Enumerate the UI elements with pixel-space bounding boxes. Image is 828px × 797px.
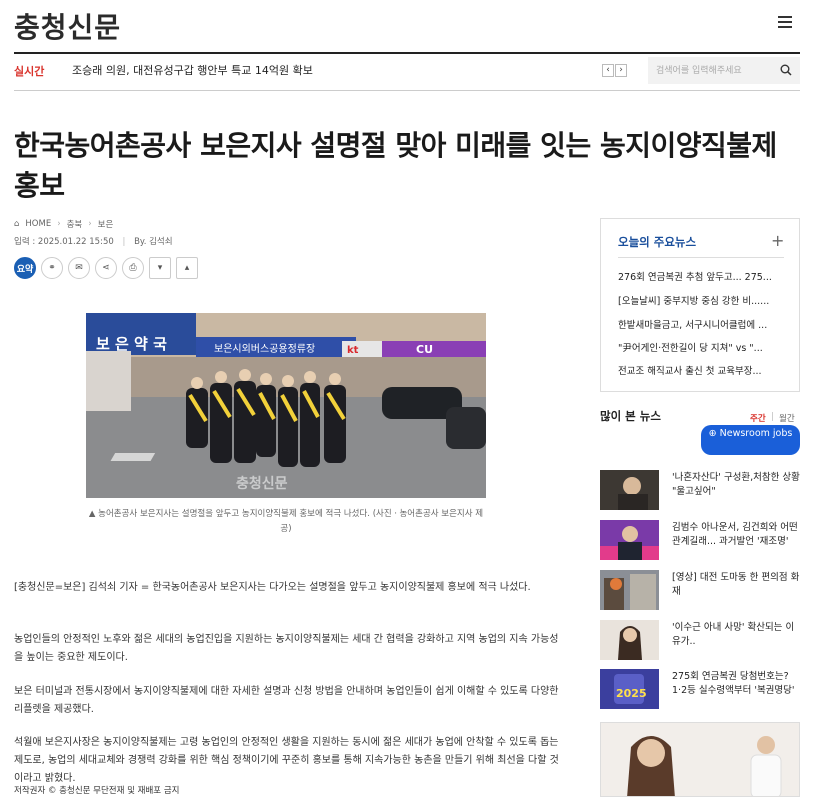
search-icon[interactable] bbox=[780, 64, 792, 76]
main-news-box: 오늘의 주요뉴스 + 276회 연금복권 추첨 앞두고... 275... [오… bbox=[600, 218, 800, 392]
home-icon: ⌂ bbox=[14, 219, 20, 229]
photo-watermark: 충청신문 bbox=[236, 476, 288, 492]
popular-news-thumbnail bbox=[600, 520, 659, 560]
breadcrumb-home[interactable]: HOME bbox=[25, 219, 51, 229]
header-divider bbox=[14, 52, 800, 54]
popular-news-title: 많이 본 뉴스 bbox=[600, 409, 661, 423]
main-news-title: 오늘의 주요뉴스 bbox=[618, 235, 697, 249]
thumbnail-badge: 2025 bbox=[616, 687, 647, 700]
popular-news-item[interactable]: '나혼자산다' 구성환,처참한 상황 "울고싶어" bbox=[600, 470, 800, 510]
summary-button[interactable]: 요약 bbox=[14, 257, 36, 279]
popular-news-headline: 275회 연금복권 당첨번호는? 1·2등 실수령액부터 '복권명당' bbox=[672, 671, 795, 696]
breadcrumb: ⌂ HOME › 충북 › 보은 bbox=[14, 218, 113, 230]
article-author: By. 김석쇠 bbox=[134, 237, 173, 247]
article-photo: 보 은 약 국 보은시외버스공용정류장 kt CU 충청신문 bbox=[86, 313, 486, 498]
article-toolbar: 요약 ⚭ ✉ ⋖ ⎙ ▾ ▴ bbox=[14, 257, 198, 279]
tab-monthly[interactable]: 월간 bbox=[779, 412, 795, 424]
article-paragraph: 보은 터미널과 전통시장에서 농지이양직불제에 대한 자세한 설명과 신청 방법… bbox=[14, 686, 559, 715]
popular-news-item[interactable]: 김범수 아나운서, 김건희와 어떤 관계길래... 과거발언 '재조명' bbox=[600, 520, 800, 560]
print-icon[interactable]: ⎙ bbox=[122, 257, 144, 279]
photo-sign-pharmacy: 보 은 약 국 bbox=[96, 335, 167, 353]
plus-icon[interactable]: + bbox=[771, 231, 784, 250]
breadcrumb-subsection[interactable]: 보은 bbox=[98, 218, 114, 230]
header-bottom-divider bbox=[14, 90, 800, 91]
photo-sign-terminal: 보은시외버스공용정류장 bbox=[214, 343, 315, 355]
font-increase-icon[interactable]: ▴ bbox=[176, 257, 198, 279]
photo-sign-kt: kt bbox=[347, 345, 359, 356]
popular-news-headline: '이수근 아내 사망' 확산되는 이유가.. bbox=[672, 622, 795, 647]
font-decrease-icon[interactable]: ▾ bbox=[149, 257, 171, 279]
ticker-label: 실시간 bbox=[14, 65, 45, 78]
article-paragraph: 석월애 보은지사장은 농지이양직불제는 고령 농업인의 안정적인 생활을 지원하… bbox=[14, 737, 559, 784]
tab-separator: | bbox=[771, 412, 774, 422]
popular-news-thumbnail bbox=[600, 570, 659, 610]
popular-news-thumbnail bbox=[600, 620, 659, 660]
popular-news-headline: '나혼자산다' 구성환,처참한 상황 "울고싶어" bbox=[672, 472, 800, 497]
main-news-divider bbox=[618, 257, 784, 258]
photo-caption: ▲ 농어촌공사 보은지사는 설명절을 앞두고 농지이양직불제 홍보에 적극 나섰… bbox=[88, 509, 484, 534]
search-input[interactable] bbox=[656, 63, 776, 78]
ad-banner[interactable] bbox=[600, 722, 800, 797]
breadcrumb-separator-icon: › bbox=[57, 219, 61, 229]
email-icon[interactable]: ✉ bbox=[68, 257, 90, 279]
main-news-item[interactable]: 276회 연금복권 추첨 앞두고... 275... bbox=[618, 269, 786, 283]
popular-news-item[interactable]: '이수근 아내 사망' 확산되는 이유가.. bbox=[600, 620, 800, 660]
main-news-item[interactable]: 한밭새마을금고, 서구시니어클럽에 ... bbox=[618, 317, 786, 331]
share-icon[interactable]: ⋖ bbox=[95, 257, 117, 279]
popular-news-item[interactable]: [영상] 대전 도마동 한 편의점 화재 bbox=[600, 570, 800, 610]
search-box bbox=[648, 57, 800, 84]
ticker-next-icon[interactable]: › bbox=[615, 64, 627, 77]
hamburger-menu-icon[interactable] bbox=[778, 16, 792, 28]
plus-circle-icon: ⊕ bbox=[708, 428, 720, 439]
breadcrumb-separator-icon: › bbox=[88, 219, 92, 229]
article-paragraph: [충청신문=보은] 김석쇠 기자 = 한국농어촌공사 보은지사는 다가오는 설명… bbox=[14, 582, 531, 593]
popular-news-item[interactable]: 2025 275회 연금복권 당첨번호는? 1·2등 실수령액부터 '복권명당' bbox=[600, 669, 800, 709]
breadcrumb-section[interactable]: 충북 bbox=[67, 218, 83, 230]
tab-weekly[interactable]: 주간 bbox=[750, 412, 766, 424]
popular-news-headline: [영상] 대전 도마동 한 편의점 화재 bbox=[672, 572, 800, 597]
article-headline: 한국농어촌공사 보은지사 설명절 맞아 미래를 잇는 농지이양직불제 홍보 bbox=[14, 129, 777, 202]
newsroom-jobs-button[interactable]: ⊕ Newsroom jobs bbox=[701, 425, 800, 455]
popular-news-headline: 김범수 아나운서, 김건희와 어떤 관계길래... 과거발언 '재조명' bbox=[672, 522, 798, 547]
article-date: 입력 : 2025.01.22 15:50 bbox=[14, 237, 114, 247]
photo-sign-cu: CU bbox=[416, 343, 433, 356]
main-news-item[interactable]: [오늘날씨] 중부지방 중심 강한 비...... bbox=[618, 293, 786, 307]
main-news-item[interactable]: 전교조 해직교사 출신 첫 교육부장... bbox=[618, 363, 786, 377]
ticker-prev-icon[interactable]: ‹ bbox=[602, 64, 614, 77]
link-copy-icon[interactable]: ⚭ bbox=[41, 257, 63, 279]
ticker-headline[interactable]: 조승래 의원, 대전유성구갑 행안부 특교 14억원 확보 bbox=[72, 62, 313, 78]
copyright-notice: 저작권자 © 충청신문 무단전재 및 재배포 금지 bbox=[14, 786, 180, 796]
popular-news-thumbnail bbox=[600, 470, 659, 510]
article-paragraph: 농업인들의 안정적인 노후와 젊은 세대의 농업진입을 지원하는 농지이양직불제… bbox=[14, 634, 559, 663]
article-meta: 입력 : 2025.01.22 15:50 | By. 김석쇠 bbox=[14, 237, 173, 247]
site-logo[interactable]: 충청신문 bbox=[14, 6, 121, 46]
main-news-item[interactable]: "尹어게인·전한길이 당 지쳐" vs "... bbox=[618, 340, 786, 354]
popular-news-thumbnail: 2025 bbox=[600, 669, 659, 709]
